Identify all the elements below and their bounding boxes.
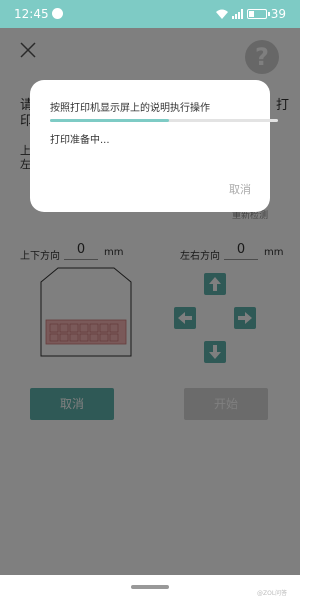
progress-bar-fill: [50, 119, 169, 122]
chat-notification-icon: [52, 8, 63, 19]
system-nav-bar: [0, 575, 300, 600]
dialog-title: 按照打印机显示屏上的说明执行操作: [50, 103, 210, 114]
status-time: 12:45: [14, 7, 49, 21]
status-indicators: 39: [215, 7, 286, 21]
battery-icon: [246, 9, 270, 19]
dialog-status-text: 打印准备中...: [50, 135, 110, 146]
battery-level: 39: [270, 7, 286, 21]
dialog-cancel-button[interactable]: 取消: [229, 181, 251, 197]
wifi-icon: [215, 9, 228, 19]
print-progress-dialog: 按照打印机显示屏上的说明执行操作 打印准备中... 取消: [30, 80, 278, 212]
progress-bar: [50, 119, 278, 122]
watermark: @ZOL问答: [257, 590, 288, 597]
home-gesture-handle[interactable]: [131, 585, 169, 589]
status-bar: 12:45 39: [0, 0, 300, 28]
signal-icon: [231, 9, 243, 19]
